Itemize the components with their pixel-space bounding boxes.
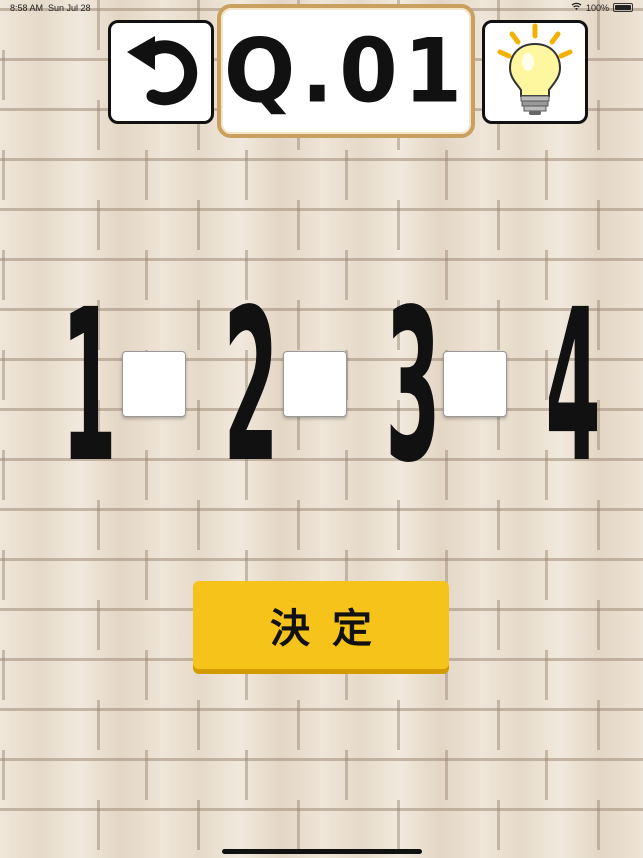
battery-level — [615, 5, 631, 10]
puzzle-digit: 1 — [61, 262, 116, 512]
confirm-button-label: 決定 — [270, 606, 394, 652]
operator-slot-2[interactable] — [283, 351, 347, 417]
confirm-button[interactable]: 決定 — [193, 581, 449, 669]
operator-slot-3[interactable] — [443, 351, 507, 417]
battery-icon — [613, 3, 633, 12]
puzzle-digit: 3 — [385, 262, 440, 512]
home-indicator[interactable] — [222, 849, 422, 854]
wifi-icon — [571, 2, 582, 13]
puzzle-digit: 4 — [545, 262, 600, 512]
operator-slot-1[interactable] — [122, 351, 186, 417]
question-title-box: Q.01 — [217, 4, 475, 138]
status-date: Sun Jul 28 — [48, 3, 91, 13]
puzzle-digit: 2 — [223, 262, 278, 512]
lightbulb-icon — [490, 22, 580, 122]
hint-button[interactable] — [482, 20, 588, 124]
undo-button[interactable] — [108, 20, 214, 124]
undo-arrow-icon — [119, 30, 203, 114]
question-title: Q.01 — [223, 19, 469, 123]
status-right: 100% — [571, 2, 633, 13]
battery-percent: 100% — [585, 2, 609, 13]
status-time: 8:58 AM — [10, 3, 44, 13]
